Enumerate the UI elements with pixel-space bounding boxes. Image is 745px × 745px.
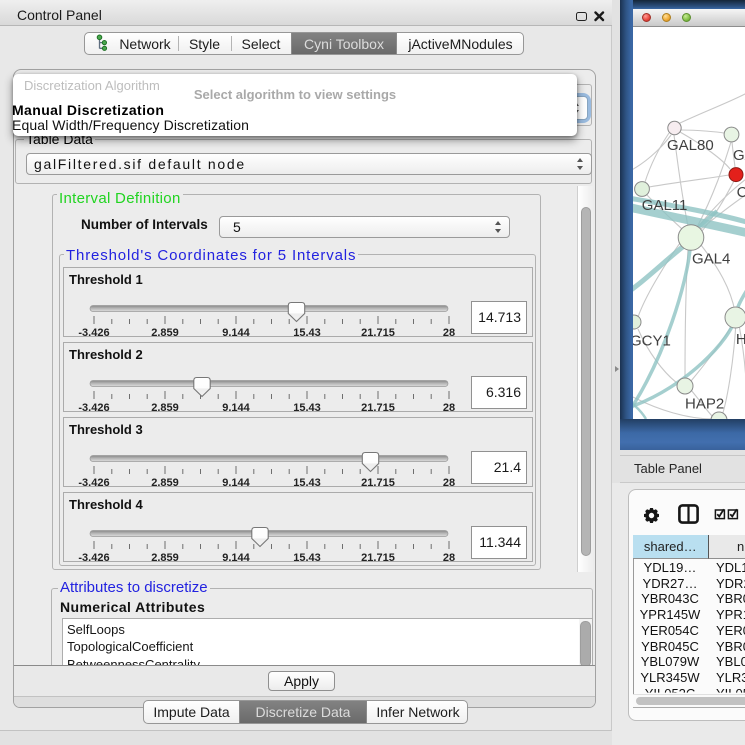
svg-text:15.43: 15.43 — [293, 552, 321, 564]
svg-text:28: 28 — [443, 402, 455, 414]
svg-text:9.144: 9.144 — [222, 552, 250, 564]
svg-text:2.859: 2.859 — [151, 552, 179, 564]
svg-text:9.144: 9.144 — [222, 477, 250, 489]
svg-text:GAL4: GAL4 — [692, 251, 730, 268]
svg-text:H: H — [736, 331, 745, 348]
svg-text:GAL11: GAL11 — [642, 197, 688, 214]
svg-text:-3.426: -3.426 — [78, 327, 109, 339]
svg-text:C: C — [737, 184, 745, 201]
svg-text:GAL80: GAL80 — [667, 137, 714, 154]
svg-text:15.43: 15.43 — [293, 477, 321, 489]
svg-text:28: 28 — [443, 552, 455, 564]
svg-text:GCY1: GCY1 — [633, 333, 671, 350]
svg-text:21.715: 21.715 — [361, 402, 395, 414]
svg-text:2.859: 2.859 — [151, 477, 179, 489]
svg-text:15.43: 15.43 — [293, 402, 321, 414]
svg-text:9.144: 9.144 — [222, 327, 250, 339]
svg-text:28: 28 — [443, 327, 455, 339]
svg-text:HAP2: HAP2 — [685, 396, 724, 413]
svg-text:21.715: 21.715 — [361, 477, 395, 489]
svg-text:-3.426: -3.426 — [78, 477, 109, 489]
svg-text:28: 28 — [443, 477, 455, 489]
svg-text:2.859: 2.859 — [151, 327, 179, 339]
svg-text:-3.426: -3.426 — [78, 402, 109, 414]
svg-text:15.43: 15.43 — [293, 327, 321, 339]
svg-text:2.859: 2.859 — [151, 402, 179, 414]
svg-text:21.715: 21.715 — [361, 552, 395, 564]
svg-text:21.715: 21.715 — [361, 327, 395, 339]
svg-text:9.144: 9.144 — [222, 402, 250, 414]
svg-text:-3.426: -3.426 — [78, 552, 109, 564]
svg-text:GA: GA — [733, 147, 745, 164]
